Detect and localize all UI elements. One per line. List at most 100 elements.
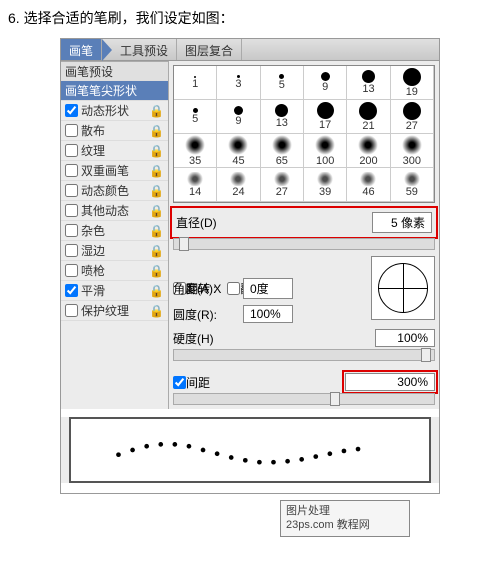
lock-icon: 🔒 <box>149 224 164 238</box>
lock-icon: 🔒 <box>149 184 164 198</box>
brush-tip-icon <box>228 135 248 155</box>
instruction-caption: 6. 选择合适的笔刷，我们设定如图： <box>0 0 500 38</box>
sidebar-item-0[interactable]: 画笔笔尖形状 <box>61 81 168 101</box>
sidebar-checkbox-1[interactable] <box>65 104 78 117</box>
sidebar-item-10[interactable]: 平滑🔒 <box>61 281 168 301</box>
sidebar-item-4[interactable]: 双重画笔🔒 <box>61 161 168 181</box>
brush-size-label: 17 <box>319 119 331 131</box>
sidebar-label-2: 散布 <box>81 122 105 139</box>
brush-preset-27[interactable]: 27 <box>261 168 304 202</box>
brush-tip-icon <box>273 172 291 186</box>
sidebar-checkbox-4[interactable] <box>65 164 78 177</box>
sidebar-label-0: 画笔笔尖形状 <box>65 82 137 99</box>
brush-preset-13[interactable]: 13 <box>261 100 304 134</box>
sidebar-checkbox-2[interactable] <box>65 124 78 137</box>
brush-preset-17[interactable]: 17 <box>304 100 347 134</box>
sidebar-label-6: 其他动态 <box>81 202 129 219</box>
spacing-slider[interactable] <box>173 393 435 405</box>
brush-tip-icon <box>316 172 334 186</box>
roundness-row: 圆度(R): 100% <box>173 305 343 323</box>
roundness-value[interactable]: 100% <box>243 305 293 323</box>
sidebar-label-9: 喷枪 <box>81 262 105 279</box>
diameter-label: 直径(D) <box>176 214 246 231</box>
brush-tip-icon <box>321 72 330 81</box>
hardness-slider[interactable] <box>173 349 435 361</box>
angle-value[interactable]: 0度 <box>243 278 293 299</box>
tab-layer-comps[interactable]: 图层复合 <box>177 39 242 60</box>
brush-preset-19[interactable]: 19 <box>391 66 434 100</box>
brush-preset-65[interactable]: 65 <box>261 134 304 168</box>
sidebar-checkbox-5[interactable] <box>65 184 78 197</box>
sidebar-item-7[interactable]: 杂色 🔒 <box>61 221 168 241</box>
brush-tip-icon <box>359 172 377 186</box>
brush-size-label: 3 <box>235 78 241 90</box>
brush-preset-27[interactable]: 27 <box>391 100 434 134</box>
brush-size-label: 1 <box>192 78 198 90</box>
tab-active-arrow <box>102 39 112 61</box>
brush-preset-59[interactable]: 59 <box>391 168 434 202</box>
sidebar-checkbox-9[interactable] <box>65 264 78 277</box>
spacing-label: 间距 <box>186 374 210 391</box>
hardness-value[interactable]: 100% <box>375 329 435 347</box>
sidebar-item-6[interactable]: 其他动态🔒 <box>61 201 168 221</box>
brush-tip-icon <box>234 106 243 115</box>
angle-roundness-widget[interactable] <box>371 256 435 320</box>
brush-preset-5[interactable]: 5 <box>174 100 217 134</box>
brush-preset-1[interactable]: 1 <box>174 66 217 100</box>
brush-preset-5[interactable]: 5 <box>261 66 304 100</box>
sidebar-item-5[interactable]: 动态颜色🔒 <box>61 181 168 201</box>
brush-preset-300[interactable]: 300 <box>391 134 434 168</box>
brush-size-label: 9 <box>235 115 241 127</box>
brush-preset-100[interactable]: 100 <box>304 134 347 168</box>
tab-tool-presets[interactable]: 工具预设 <box>112 39 177 60</box>
brush-preset-21[interactable]: 21 <box>347 100 390 134</box>
watermark-line2: 23ps.com 教程网 <box>286 518 404 532</box>
brush-preset-39[interactable]: 39 <box>304 168 347 202</box>
brush-size-label: 45 <box>232 155 244 167</box>
sidebar-header-presets[interactable]: 画笔预设 <box>61 61 168 81</box>
sidebar-label-8: 湿边 <box>81 242 105 259</box>
brush-preset-45[interactable]: 45 <box>217 134 260 168</box>
tab-brush[interactable]: 画笔 <box>61 39 102 60</box>
brush-tip-icon <box>403 102 421 120</box>
preview-stroke-icon <box>71 419 429 481</box>
sidebar-checkbox-3[interactable] <box>65 144 78 157</box>
brush-preset-200[interactable]: 200 <box>347 134 390 168</box>
brush-size-label: 200 <box>359 155 377 167</box>
brush-preset-46[interactable]: 46 <box>347 168 390 202</box>
brush-preset-13[interactable]: 13 <box>347 66 390 100</box>
sidebar-item-11[interactable]: 保护纹理🔒 <box>61 301 168 321</box>
lock-icon: 🔒 <box>149 124 164 138</box>
sidebar-checkbox-10[interactable] <box>65 284 78 297</box>
sidebar-item-2[interactable]: 散布 🔒 <box>61 121 168 141</box>
sidebar-checkbox-11[interactable] <box>65 304 78 317</box>
brush-preset-9[interactable]: 9 <box>304 66 347 100</box>
brush-preset-35[interactable]: 35 <box>174 134 217 168</box>
spacing-value[interactable]: 300% <box>345 373 435 391</box>
sidebar-checkbox-7[interactable] <box>65 224 78 237</box>
brush-size-label: 21 <box>362 120 374 132</box>
diameter-row: 直径(D) 5 像素 <box>173 209 435 236</box>
brush-size-label: 35 <box>189 155 201 167</box>
brush-size-label: 27 <box>406 120 418 132</box>
brush-preset-14[interactable]: 14 <box>174 168 217 202</box>
brush-preset-24[interactable]: 24 <box>217 168 260 202</box>
spacing-checkbox[interactable] <box>173 376 186 389</box>
sidebar-item-8[interactable]: 湿边🔒 <box>61 241 168 261</box>
sidebar-item-3[interactable]: 纹理🔒 <box>61 141 168 161</box>
brush-tip-icon <box>272 135 292 155</box>
brush-preset-9[interactable]: 9 <box>217 100 260 134</box>
diameter-value[interactable]: 5 像素 <box>372 212 432 233</box>
diameter-slider[interactable] <box>173 238 435 250</box>
sidebar-item-1[interactable]: 动态形状🔒 <box>61 101 168 121</box>
brush-size-label: 46 <box>362 186 374 198</box>
sidebar-label-7: 杂色 <box>81 222 105 239</box>
brush-preset-3[interactable]: 3 <box>217 66 260 100</box>
brush-tip-icon <box>186 172 204 186</box>
sidebar-item-9[interactable]: 喷枪🔒 <box>61 261 168 281</box>
sidebar-label-3: 纹理 <box>81 142 105 159</box>
sidebar-checkbox-6[interactable] <box>65 204 78 217</box>
brush-preset-grid: 1359131959131721273545651002003001424273… <box>173 65 435 203</box>
sidebar-checkbox-8[interactable] <box>65 244 78 257</box>
lock-icon: 🔒 <box>149 104 164 118</box>
